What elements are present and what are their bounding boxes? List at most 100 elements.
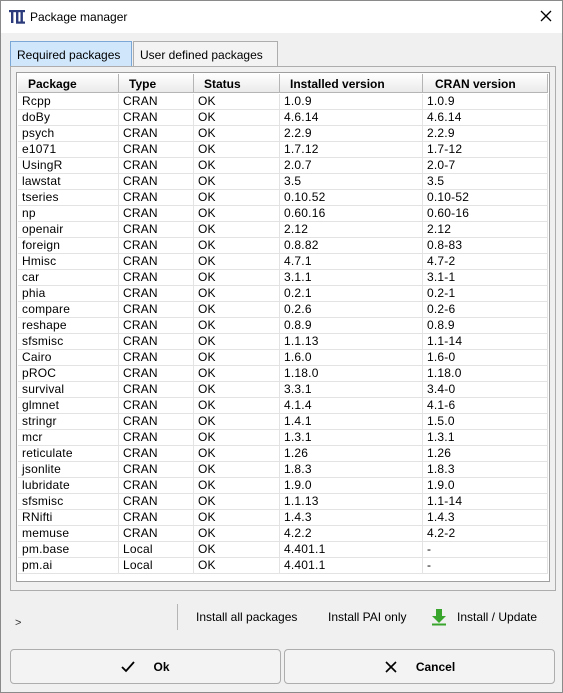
- cell-package: e1071: [18, 142, 119, 158]
- table-row[interactable]: compare CRAN OK 0.2.6 0.2-6: [18, 302, 548, 318]
- table-row[interactable]: stringr CRAN OK 1.4.1 1.5.0: [18, 414, 548, 430]
- cell-installed-version: 1.18.0: [280, 366, 423, 382]
- cell-cran-version: 4.1-6: [423, 398, 548, 414]
- cell-package: doBy: [18, 110, 119, 126]
- action-separator: [177, 604, 178, 630]
- table-row[interactable]: car CRAN OK 3.1.1 3.1-1: [18, 270, 548, 286]
- cell-cran-version: 1.5.0: [423, 414, 548, 430]
- cell-type: CRAN: [119, 478, 194, 494]
- cell-package: Cairo: [18, 350, 119, 366]
- cell-installed-version: 3.1.1: [280, 270, 423, 286]
- cell-package: RNifti: [18, 510, 119, 526]
- table-row[interactable]: doBy CRAN OK 4.6.14 4.6.14: [18, 110, 548, 126]
- cell-package: openair: [18, 222, 119, 238]
- table-row[interactable]: memuse CRAN OK 4.2.2 4.2-2: [18, 526, 548, 542]
- table-row[interactable]: tseries CRAN OK 0.10.52 0.10-52: [18, 190, 548, 206]
- column-header-package[interactable]: Package: [18, 74, 119, 93]
- table-row[interactable]: pROC CRAN OK 1.18.0 1.18.0: [18, 366, 548, 382]
- cell-status: OK: [194, 302, 280, 318]
- cell-cran-version: 3.4-0: [423, 382, 548, 398]
- cell-package: jsonlite: [18, 462, 119, 478]
- cell-status: OK: [194, 190, 280, 206]
- column-header-type[interactable]: Type: [119, 74, 194, 93]
- cell-installed-version: 2.2.9: [280, 126, 423, 142]
- cell-cran-version: 1.1-14: [423, 334, 548, 350]
- cancel-button[interactable]: Cancel: [284, 649, 555, 684]
- required-packages-panel: Package Type Status Installed version CR…: [10, 66, 556, 591]
- cell-installed-version: 1.8.3: [280, 462, 423, 478]
- cell-package: reticulate: [18, 446, 119, 462]
- cell-type: CRAN: [119, 94, 194, 110]
- table-row[interactable]: UsingR CRAN OK 2.0.7 2.0-7: [18, 158, 548, 174]
- action-bar: > Install all packages Install PAI only …: [10, 599, 556, 639]
- table-row[interactable]: Cairo CRAN OK 1.6.0 1.6-0: [18, 350, 548, 366]
- table-row[interactable]: np CRAN OK 0.60.16 0.60-16: [18, 206, 548, 222]
- tab-user-defined-packages[interactable]: User defined packages: [133, 41, 278, 67]
- packages-table[interactable]: Package Type Status Installed version CR…: [16, 72, 550, 582]
- install-pai-only-button[interactable]: Install PAI only: [328, 605, 406, 629]
- cell-status: OK: [194, 94, 280, 110]
- cell-type: CRAN: [119, 126, 194, 142]
- x-icon: [384, 660, 398, 674]
- close-button[interactable]: [530, 1, 562, 33]
- cell-status: OK: [194, 286, 280, 302]
- package-manager-window: Package manager Required packages User d…: [0, 0, 563, 693]
- cell-cran-version: 1.3.1: [423, 430, 548, 446]
- cell-cran-version: 0.2-1: [423, 286, 548, 302]
- cell-type: CRAN: [119, 334, 194, 350]
- cell-type: CRAN: [119, 190, 194, 206]
- cell-installed-version: 2.0.7: [280, 158, 423, 174]
- cell-type: Local: [119, 542, 194, 558]
- cell-type: CRAN: [119, 446, 194, 462]
- table-row[interactable]: phia CRAN OK 0.2.1 0.2-1: [18, 286, 548, 302]
- table-row[interactable]: mcr CRAN OK 1.3.1 1.3.1: [18, 430, 548, 446]
- ok-label: Ok: [153, 659, 170, 674]
- cell-cran-version: 1.18.0: [423, 366, 548, 382]
- table-row[interactable]: lubridate CRAN OK 1.9.0 1.9.0: [18, 478, 548, 494]
- cell-installed-version: 1.9.0: [280, 478, 423, 494]
- table-row[interactable]: pm.base Local OK 4.401.1-: [18, 542, 548, 558]
- cell-installed-version: 1.4.1: [280, 414, 423, 430]
- install-pai-label: Install PAI only: [328, 610, 407, 624]
- cell-type: CRAN: [119, 110, 194, 126]
- table-row[interactable]: pm.ai Local OK 4.401.1-: [18, 558, 548, 574]
- cell-installed-version: 4.1.4: [280, 398, 423, 414]
- table-row[interactable]: e1071 CRAN OK 1.7.12 1.7-12: [18, 142, 548, 158]
- table-row[interactable]: glmnet CRAN OK 4.1.4 4.1-6: [18, 398, 548, 414]
- cell-cran-version: 1.9.0: [423, 478, 548, 494]
- cell-package: np: [18, 206, 119, 222]
- cell-package: Rcpp: [18, 94, 119, 110]
- table-row[interactable]: foreign CRAN OK 0.8.82 0.8-83: [18, 238, 548, 254]
- table-row[interactable]: Rcpp CRAN OK 1.0.9 1.0.9: [18, 94, 548, 110]
- column-header-status[interactable]: Status: [194, 74, 280, 93]
- table-row[interactable]: reshape CRAN OK 0.8.9 0.8.9: [18, 318, 548, 334]
- cell-type: CRAN: [119, 382, 194, 398]
- table-row[interactable]: psych CRAN OK 2.2.9 2.2.9: [18, 126, 548, 142]
- cell-status: OK: [194, 126, 280, 142]
- table-row[interactable]: reticulate CRAN OK 1.26 1.26: [18, 446, 548, 462]
- table-row[interactable]: sfsmisc CRAN OK 1.1.13 1.1-14: [18, 334, 548, 350]
- cell-cran-version: 1.0.9: [423, 94, 548, 110]
- cell-installed-version: 4.7.1: [280, 254, 423, 270]
- cell-package: Hmisc: [18, 254, 119, 270]
- install-all-packages-button[interactable]: Install all packages: [196, 605, 297, 629]
- cell-status: OK: [194, 510, 280, 526]
- cell-package: pm.base: [18, 542, 119, 558]
- table-row[interactable]: lawstat CRAN OK 3.5 3.5: [18, 174, 548, 190]
- cell-installed-version: 1.1.13: [280, 494, 423, 510]
- cell-type: CRAN: [119, 318, 194, 334]
- cell-package: reshape: [18, 318, 119, 334]
- table-row[interactable]: survival CRAN OK 3.3.1 3.4-0: [18, 382, 548, 398]
- tab-required-packages[interactable]: Required packages: [10, 41, 132, 67]
- table-row[interactable]: sfsmisc CRAN OK 1.1.13 1.1-14: [18, 494, 548, 510]
- table-row[interactable]: openair CRAN OK 2.12 2.12: [18, 222, 548, 238]
- table-row[interactable]: Hmisc CRAN OK 4.7.1 4.7-2: [18, 254, 548, 270]
- install-update-button[interactable]: Install / Update: [430, 605, 537, 629]
- cell-type: CRAN: [119, 510, 194, 526]
- cell-status: OK: [194, 382, 280, 398]
- ok-button[interactable]: Ok: [10, 649, 281, 684]
- table-row[interactable]: RNifti CRAN OK 1.4.3 1.4.3: [18, 510, 548, 526]
- table-row[interactable]: jsonlite CRAN OK 1.8.3 1.8.3: [18, 462, 548, 478]
- column-header-installed-version[interactable]: Installed version: [280, 74, 423, 93]
- column-header-cran-version[interactable]: CRAN version: [423, 74, 548, 93]
